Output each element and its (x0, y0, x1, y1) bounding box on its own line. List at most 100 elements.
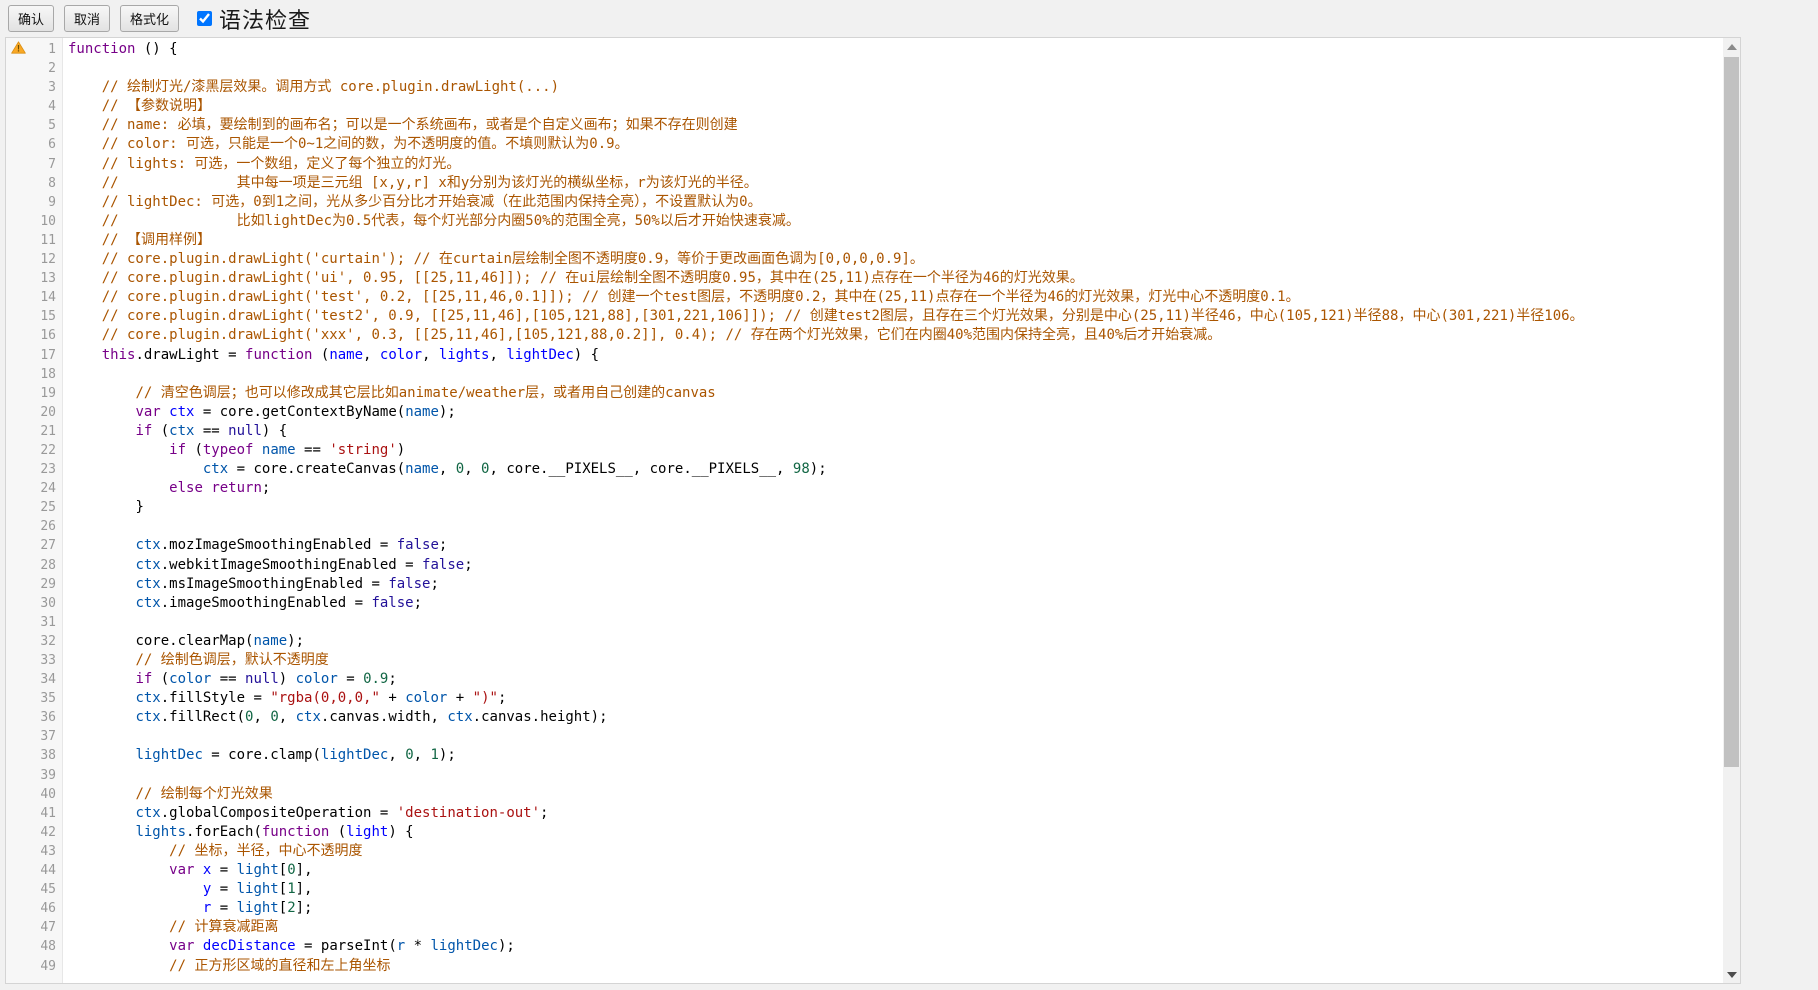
code-text: lights.forEach(function (light) { (63, 823, 1723, 842)
code-line: 4 // 【参数说明】 (6, 97, 1723, 116)
line-number: 20 (32, 403, 63, 422)
scrollbar-thumb[interactable] (1724, 57, 1739, 767)
line-number: 11 (32, 231, 63, 250)
code-text: // color: 可选，只能是一个0~1之间的数，为不透明度的值。不填则默认为… (63, 135, 1723, 154)
code-text: } (63, 498, 1723, 517)
code-line: !1function () { (6, 40, 1723, 59)
code-line: 40 // 绘制每个灯光效果 (6, 785, 1723, 804)
code-line: 24 else return; (6, 479, 1723, 498)
code-text: // 绘制每个灯光效果 (63, 785, 1723, 804)
line-number: 8 (32, 174, 63, 193)
code-line: 2 (6, 59, 1723, 78)
code-line: 45 y = light[1], (6, 880, 1723, 899)
code-text (63, 59, 1723, 78)
line-number: 31 (32, 613, 63, 632)
code-text: // 正方形区域的直径和左上角坐标 (63, 957, 1723, 976)
code-line: 29 ctx.msImageSmoothingEnabled = false; (6, 575, 1723, 594)
code-text: if (typeof name == 'string') (63, 441, 1723, 460)
code-line: 42 lights.forEach(function (light) { (6, 823, 1723, 842)
code-line: 47 // 计算衰减距离 (6, 918, 1723, 937)
code-text: // 清空色调层；也可以修改成其它层比如animate/weather层，或者用… (63, 384, 1723, 403)
code-line: 37 (6, 727, 1723, 746)
code-text: ctx = core.createCanvas(name, 0, 0, core… (63, 460, 1723, 479)
code-text: this.drawLight = function (name, color, … (63, 346, 1723, 365)
line-number: 1 (32, 40, 63, 59)
line-number: 39 (32, 766, 63, 785)
cancel-button[interactable]: 取消 (64, 5, 110, 32)
code-text: // 比如lightDec为0.5代表，每个灯光部分内圈50%的范围全亮，50%… (63, 212, 1723, 231)
code-text: // name: 必填，要绘制到的画布名；可以是一个系统画布，或者是个自定义画布… (63, 116, 1723, 135)
code-line: 19 // 清空色调层；也可以修改成其它层比如animate/weather层，… (6, 384, 1723, 403)
line-number: 24 (32, 479, 63, 498)
code-text (63, 727, 1723, 746)
code-text: // 【调用样例】 (63, 231, 1723, 250)
code-line: 18 (6, 365, 1723, 384)
code-line: 21 if (ctx == null) { (6, 422, 1723, 441)
code-text: ctx.fillStyle = "rgba(0,0,0," + color + … (63, 689, 1723, 708)
format-button[interactable]: 格式化 (120, 5, 179, 32)
code-line: 44 var x = light[0], (6, 861, 1723, 880)
toolbar: 确认 取消 格式化 语法检查 (0, 0, 1818, 37)
code-line: 30 ctx.imageSmoothingEnabled = false; (6, 594, 1723, 613)
code-line: 11 // 【调用样例】 (6, 231, 1723, 250)
code-line: 8 // 其中每一项是三元组 [x,y,r] x和y分别为该灯光的横纵坐标，r为… (6, 174, 1723, 193)
code-text: r = light[2]; (63, 899, 1723, 918)
code-text: // core.plugin.drawLight('test2', 0.9, [… (63, 307, 1723, 326)
code-line: 39 (6, 766, 1723, 785)
line-number: 47 (32, 918, 63, 937)
code-line: 9 // lightDec: 可选，0到1之间，光从多少百分比才开始衰减（在此范… (6, 193, 1723, 212)
code-text (63, 365, 1723, 384)
code-editor[interactable]: !1function () {23 // 绘制灯光/漆黑层效果。调用方式 cor… (5, 37, 1741, 984)
scrollbar-down-button[interactable] (1723, 966, 1740, 983)
code-text: ctx.imageSmoothingEnabled = false; (63, 594, 1723, 613)
syntax-check-label: 语法检查 (219, 3, 311, 35)
code-line: 38 lightDec = core.clamp(lightDec, 0, 1)… (6, 746, 1723, 765)
code-line: 6 // color: 可选，只能是一个0~1之间的数，为不透明度的值。不填则默… (6, 135, 1723, 154)
code-text: ctx.globalCompositeOperation = 'destinat… (63, 804, 1723, 823)
line-number: 37 (32, 727, 63, 746)
code-line: 26 (6, 517, 1723, 536)
code-text: // core.plugin.drawLight('ui', 0.95, [[2… (63, 269, 1723, 288)
code-lines: !1function () {23 // 绘制灯光/漆黑层效果。调用方式 cor… (6, 40, 1723, 976)
code-line: 13 // core.plugin.drawLight('ui', 0.95, … (6, 269, 1723, 288)
confirm-button[interactable]: 确认 (8, 5, 54, 32)
scroll-down-icon (1727, 972, 1737, 978)
line-number: 17 (32, 346, 63, 365)
vertical-scrollbar[interactable] (1723, 38, 1740, 983)
code-text: // core.plugin.drawLight('curtain'); // … (63, 250, 1723, 269)
code-line: 5 // name: 必填，要绘制到的画布名；可以是一个系统画布，或者是个自定义… (6, 116, 1723, 135)
line-number: 19 (32, 384, 63, 403)
syntax-check-checkbox[interactable] (197, 11, 212, 26)
code-line: 14 // core.plugin.drawLight('test', 0.2,… (6, 288, 1723, 307)
code-text: ctx.mozImageSmoothingEnabled = false; (63, 536, 1723, 555)
code-line: 43 // 坐标，半径，中心不透明度 (6, 842, 1723, 861)
line-number: 46 (32, 899, 63, 918)
page: 确认 取消 格式化 语法检查 !1function () {23 // 绘制灯光… (0, 0, 1818, 990)
code-line: 20 var ctx = core.getContextByName(name)… (6, 403, 1723, 422)
line-number: 12 (32, 250, 63, 269)
code-line: 16 // core.plugin.drawLight('xxx', 0.3, … (6, 326, 1723, 345)
code-line: 48 var decDistance = parseInt(r * lightD… (6, 937, 1723, 956)
line-number: 13 (32, 269, 63, 288)
line-number: 6 (32, 135, 63, 154)
code-line: 28 ctx.webkitImageSmoothingEnabled = fal… (6, 556, 1723, 575)
code-text: lightDec = core.clamp(lightDec, 0, 1); (63, 746, 1723, 765)
svg-text:!: ! (17, 44, 20, 54)
code-text: y = light[1], (63, 880, 1723, 899)
code-line: 46 r = light[2]; (6, 899, 1723, 918)
line-number: 48 (32, 937, 63, 956)
line-number: 35 (32, 689, 63, 708)
code-text: var decDistance = parseInt(r * lightDec)… (63, 937, 1723, 956)
code-line: 36 ctx.fillRect(0, 0, ctx.canvas.width, … (6, 708, 1723, 727)
line-number: 25 (32, 498, 63, 517)
code-text: ctx.msImageSmoothingEnabled = false; (63, 575, 1723, 594)
code-text: var ctx = core.getContextByName(name); (63, 403, 1723, 422)
line-number: 43 (32, 842, 63, 861)
line-number: 18 (32, 365, 63, 384)
line-number: 7 (32, 155, 63, 174)
code-line: 17 this.drawLight = function (name, colo… (6, 346, 1723, 365)
scrollbar-up-button[interactable] (1723, 38, 1740, 55)
line-number: 38 (32, 746, 63, 765)
code-text: // lightDec: 可选，0到1之间，光从多少百分比才开始衰减（在此范围内… (63, 193, 1723, 212)
line-number: 41 (32, 804, 63, 823)
